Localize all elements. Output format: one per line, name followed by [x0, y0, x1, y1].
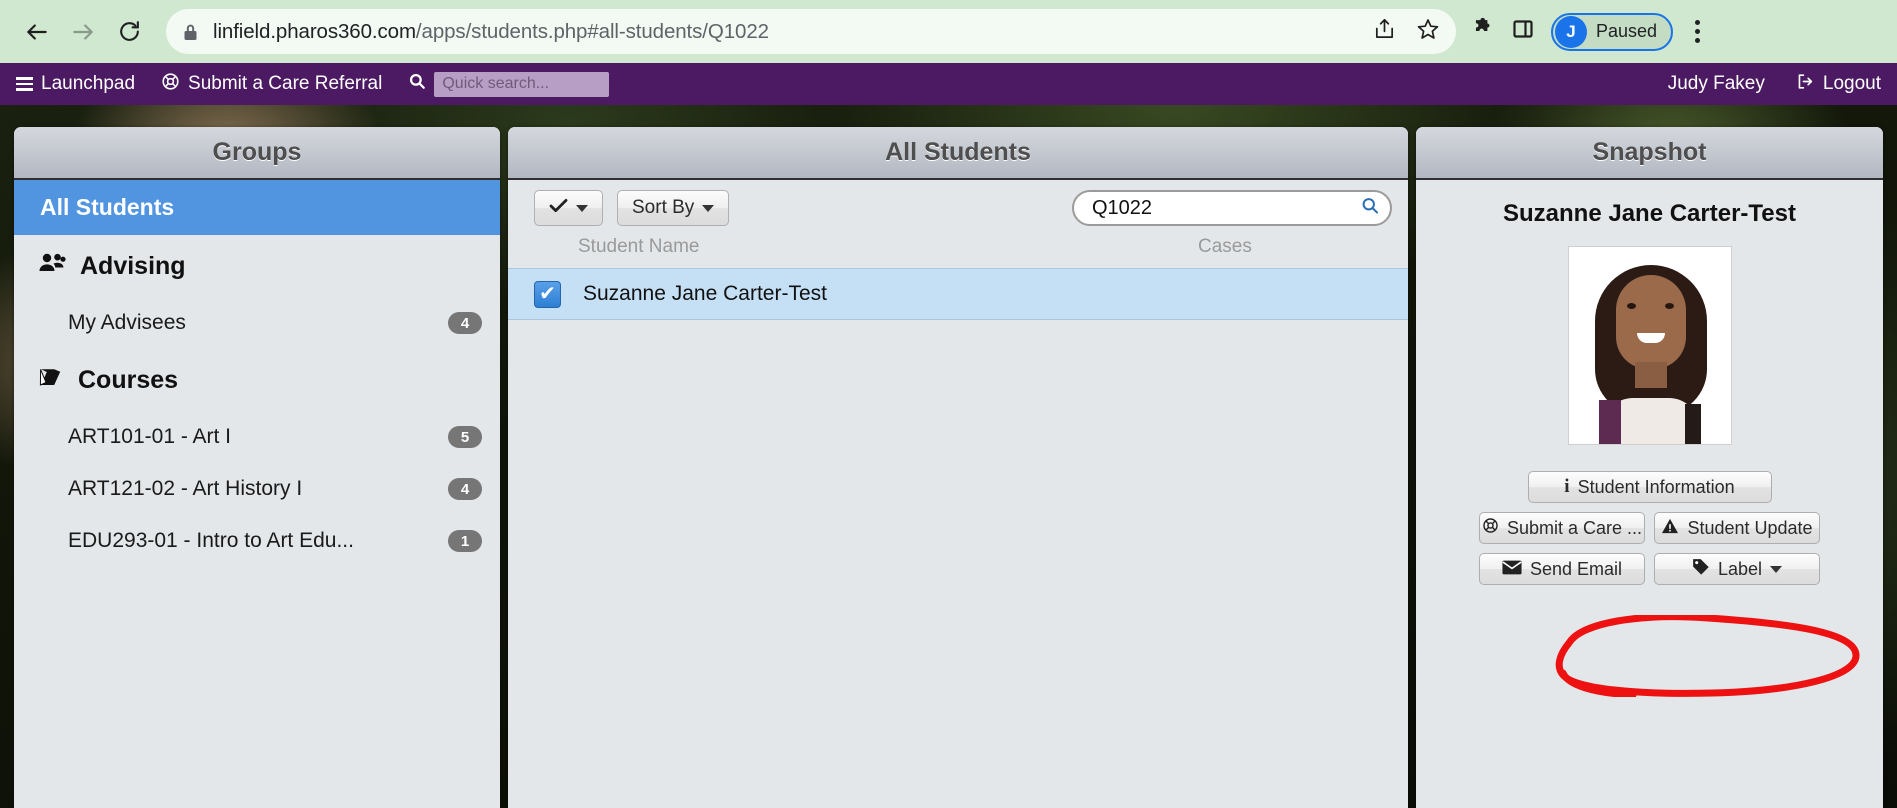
sidebar-item-my-advisees[interactable]: My Advisees 4 [14, 297, 500, 349]
count-badge: 5 [448, 426, 482, 448]
lifering-icon [161, 72, 180, 97]
profile-chip[interactable]: J Paused [1551, 12, 1674, 51]
label-dropdown-button[interactable]: Label [1654, 553, 1820, 585]
sort-by-label: Sort By [632, 197, 695, 218]
students-column-headers: Student Name Cases [508, 232, 1408, 268]
search-input[interactable] [1072, 190, 1392, 226]
table-row[interactable]: ✔ Suzanne Jane Carter-Test [508, 268, 1408, 320]
group-section-advising: Advising [14, 235, 500, 297]
sidebar-item-all-students[interactable]: All Students [14, 180, 500, 235]
checkmark-icon [549, 197, 568, 219]
sidebar-item-edu293[interactable]: EDU293-01 - Intro to Art Edu... 1 [14, 515, 500, 567]
navbar-right: Judy Fakey Logout [1668, 72, 1881, 97]
hamburger-icon [16, 77, 33, 91]
panels-container: Groups All Students Advising My Advisees… [0, 105, 1897, 808]
nav-launchpad-label: Launchpad [41, 73, 136, 94]
sidebar-item-label: ART121-02 - Art History I [68, 477, 303, 500]
nav-care-referral-label: Submit a Care Referral [188, 73, 383, 94]
warning-triangle-icon [1661, 518, 1679, 539]
logout-button[interactable]: Logout [1795, 72, 1881, 97]
chevron-down-icon [702, 204, 715, 212]
current-user-name: Judy Fakey [1667, 73, 1765, 94]
submit-care-label: Submit a Care ... [1506, 517, 1643, 538]
snapshot-body: Suzanne Jane Carter-Test i Student Infor… [1416, 180, 1883, 808]
logout-icon [1795, 72, 1815, 97]
groups-list: All Students Advising My Advisees 4 Cour… [14, 180, 500, 808]
snapshot-actions: i Student Information Submit a Care ... [1434, 471, 1865, 585]
label-dropdown-label: Label [1717, 558, 1763, 579]
sidebar-panel-icon[interactable] [1511, 17, 1535, 46]
page-content: Launchpad Submit a Care Referral Judy Fa… [0, 63, 1897, 808]
search-icon [408, 72, 426, 96]
browser-toolbar: linfield.pharos360.com/apps/students.php… [0, 0, 1897, 63]
magnifier-icon[interactable] [1360, 196, 1380, 221]
nav-launchpad[interactable]: Launchpad [16, 73, 135, 95]
share-icon[interactable] [1373, 18, 1396, 46]
submit-care-button[interactable]: Submit a Care ... [1479, 512, 1645, 544]
sidebar-item-art101[interactable]: ART101-01 - Art I 5 [14, 411, 500, 463]
count-badge: 4 [448, 478, 482, 500]
student-update-button[interactable]: Student Update [1654, 512, 1820, 544]
kebab-menu-icon[interactable] [1689, 14, 1706, 49]
sidebar-item-label: EDU293-01 - Intro to Art Edu... [68, 529, 354, 552]
star-icon[interactable] [1416, 17, 1440, 46]
snapshot-student-name: Suzanne Jane Carter-Test [1503, 200, 1796, 227]
row-checkbox[interactable]: ✔ [534, 280, 561, 308]
student-photo [1567, 246, 1732, 445]
student-information-button[interactable]: i Student Information [1527, 471, 1772, 503]
snapshot-panel: Snapshot Suzanne Jane Carter-Test i Stud… [1416, 127, 1883, 808]
group-section-label: Courses [78, 365, 179, 394]
student-name-cell: Suzanne Jane Carter-Test [583, 282, 827, 305]
students-body: Sort By Student Name Cases ✔ [508, 180, 1408, 808]
sidebar-item-art121[interactable]: ART121-02 - Art History I 4 [14, 463, 500, 515]
column-header-cases: Cases [1198, 236, 1252, 257]
logout-label: Logout [1822, 73, 1881, 94]
sidebar-item-label: All Students [40, 194, 175, 220]
students-panel: All Students Sort By Q1022 Student Name … [508, 127, 1408, 808]
sidebar-item-label: My Advisees [68, 311, 186, 334]
envelope-icon [1502, 559, 1522, 580]
tag-icon [1692, 558, 1710, 580]
sidebar-item-label: ART101-01 - Art I [68, 425, 232, 448]
app-navbar: Launchpad Submit a Care Referral Judy Fa… [0, 63, 1897, 105]
students-panel-title: All Students [508, 127, 1408, 180]
lifering-icon [1482, 517, 1499, 539]
sort-by-dropdown[interactable]: Sort By [617, 190, 730, 226]
groups-panel-title: Groups [14, 127, 500, 180]
book-icon [38, 366, 64, 395]
student-information-label: Student Information [1577, 476, 1735, 497]
avatar: J [1555, 15, 1587, 48]
info-icon: i [1564, 476, 1570, 497]
chrome-actions: J Paused [1470, 12, 1706, 51]
student-update-label: Student Update [1687, 517, 1813, 538]
puzzle-icon[interactable] [1470, 17, 1495, 47]
forward-arrow-icon[interactable] [60, 9, 106, 55]
address-bar[interactable]: linfield.pharos360.com/apps/students.php… [166, 9, 1456, 54]
column-header-student-name: Student Name [578, 236, 700, 257]
groups-panel: Groups All Students Advising My Advisees… [14, 127, 500, 808]
send-email-button[interactable]: Send Email [1479, 553, 1645, 585]
nav-submit-care-referral[interactable]: Submit a Care Referral [161, 72, 382, 97]
group-section-courses: Courses [14, 349, 500, 411]
lock-icon [182, 22, 199, 42]
count-badge: 4 [448, 312, 482, 334]
send-email-label: Send Email [1529, 558, 1623, 579]
back-arrow-icon[interactable] [14, 9, 60, 55]
count-badge: 1 [448, 530, 482, 552]
quick-search-input[interactable] [434, 71, 610, 97]
group-section-label: Advising [80, 251, 186, 280]
student-search [1072, 190, 1392, 226]
select-all-dropdown[interactable] [534, 190, 603, 226]
students-toolbar: Sort By [508, 180, 1408, 232]
profile-status: Paused [1596, 21, 1658, 41]
snapshot-panel-title: Snapshot [1416, 127, 1883, 180]
url-text: linfield.pharos360.com/apps/students.php… [213, 19, 769, 43]
nav-quick-search [408, 71, 610, 97]
users-icon [38, 252, 66, 281]
reload-icon[interactable] [106, 9, 152, 55]
chevron-down-icon [576, 204, 588, 212]
chevron-down-icon [1770, 565, 1783, 573]
